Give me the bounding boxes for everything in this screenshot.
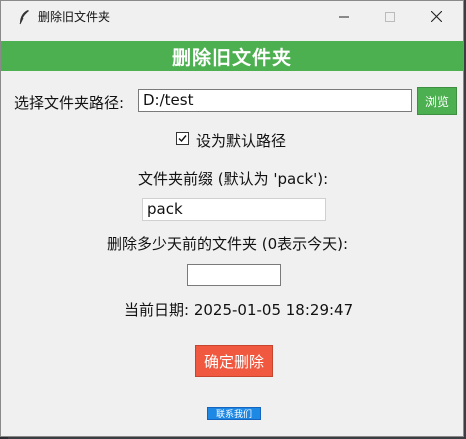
- app-window: 删除旧文件夹 删除旧文件夹 选择文件夹路径: D:/test 浏览 设为默认路径…: [0, 0, 464, 437]
- prefix-input[interactable]: pack: [142, 198, 326, 221]
- header-banner: 删除旧文件夹: [1, 41, 463, 71]
- prefix-label: 文件夹前缀 (默认为 'pack'):: [138, 170, 329, 188]
- close-icon: [430, 11, 442, 22]
- minimize-button[interactable]: [321, 1, 367, 32]
- browse-button[interactable]: 浏览: [417, 87, 457, 115]
- window-title: 删除旧文件夹: [38, 10, 111, 24]
- confirm-delete-button[interactable]: 确定删除: [195, 345, 273, 377]
- feather-icon: [19, 10, 29, 25]
- maximize-button[interactable]: [367, 1, 413, 32]
- close-button[interactable]: [413, 1, 459, 32]
- default-path-label[interactable]: 设为默认路径: [196, 130, 286, 151]
- contact-us-button[interactable]: 联系我们: [207, 407, 261, 420]
- path-input[interactable]: D:/test: [138, 89, 412, 112]
- checkmark-icon: [178, 135, 187, 143]
- title-bar: 删除旧文件夹: [1, 1, 463, 32]
- maximize-icon: [385, 11, 395, 22]
- days-input[interactable]: [187, 264, 281, 286]
- default-path-checkbox[interactable]: [176, 132, 189, 145]
- path-label: 选择文件夹路径:: [14, 94, 125, 112]
- current-date: 当前日期: 2025-01-05 18:29:47: [124, 301, 354, 319]
- days-label: 删除多少天前的文件夹 (0表示今天):: [107, 235, 349, 253]
- minimize-icon: [339, 16, 349, 17]
